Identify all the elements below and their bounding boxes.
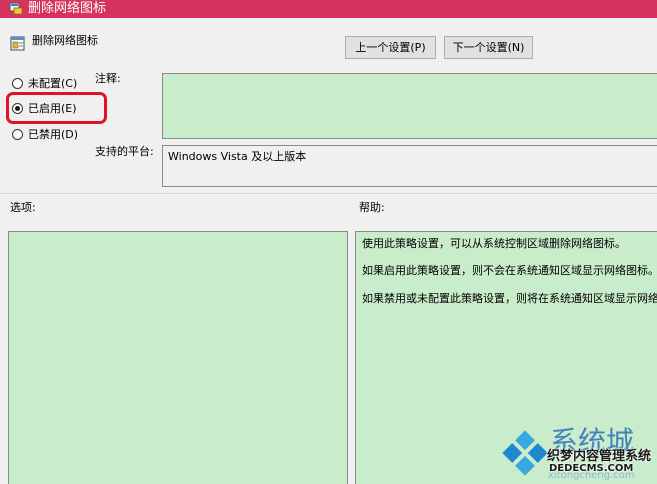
setting-name: 删除网络图标 — [32, 34, 98, 47]
radio-label-disabled: 已禁用(D) — [28, 128, 79, 141]
windows-logo-icon — [502, 430, 548, 476]
help-paragraph-2: 如果启用此策略设置，则不会在系统通知区域显示网络图标。 — [362, 264, 657, 277]
policy-document-icon — [10, 36, 25, 51]
help-label: 帮助: — [359, 201, 385, 214]
comment-label: 注释: — [95, 72, 121, 85]
supported-platform-box: Windows Vista 及以上版本 — [162, 145, 657, 187]
help-paragraph-3: 如果禁用或未配置此策略设置，则将在系统通知区域显示网络图标。 — [362, 292, 657, 305]
radio-button[interactable] — [12, 78, 23, 89]
next-setting-button[interactable]: 下一个设置(N) — [444, 36, 533, 59]
supported-platform-value: Windows Vista 及以上版本 — [168, 150, 307, 163]
title-bar: 删除网络图标 — [0, 0, 657, 18]
help-paragraph-1: 使用此策略设置，可以从系统控制区域删除网络图标。 — [362, 237, 626, 250]
watermark-site-name: 织梦内容管理系统 — [547, 449, 652, 464]
watermark-site-domain: DEDECMS.COM — [549, 463, 634, 474]
previous-setting-button[interactable]: 上一个设置(P) — [345, 36, 436, 59]
options-panel — [8, 231, 348, 484]
window-title: 删除网络图标 — [28, 1, 107, 16]
radio-button[interactable] — [12, 129, 23, 140]
comment-textarea[interactable] — [162, 73, 657, 139]
watermark: 系统城 xitongcheng.com 织梦内容管理系统 DEDECMS.COM — [500, 425, 657, 484]
enabled-highlight-annotation — [6, 92, 107, 124]
group-policy-setting-icon — [9, 2, 23, 15]
supported-platform-label: 支持的平台: — [95, 145, 154, 158]
section-divider — [0, 193, 657, 194]
options-label: 选项: — [10, 201, 36, 214]
radio-label-not-configured: 未配置(C) — [28, 77, 78, 90]
